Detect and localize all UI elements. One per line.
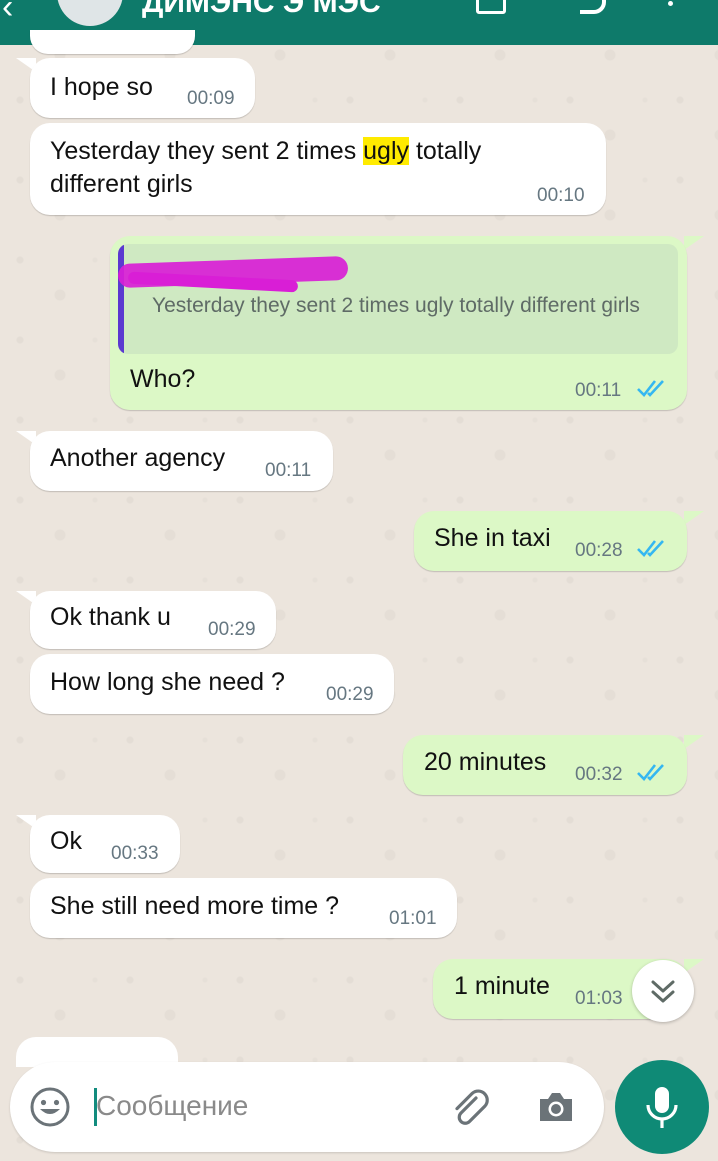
message-text: Another agency bbox=[50, 444, 226, 472]
message-text: 1 minute bbox=[454, 972, 550, 1000]
emoji-icon[interactable] bbox=[28, 1085, 72, 1129]
message-time: 00:32 bbox=[575, 764, 623, 785]
message-text: Ok bbox=[50, 827, 82, 855]
message-bubble[interactable]: Ok thank u 00:29 bbox=[30, 591, 276, 649]
partial-message-bubble bbox=[30, 30, 195, 54]
video-call-icon[interactable] bbox=[476, 0, 506, 14]
message-bubble[interactable]: She in taxi 00:28 bbox=[414, 511, 687, 571]
quoted-text: Yesterday they sent 2 times ugly totally… bbox=[152, 294, 640, 317]
contact-avatar[interactable] bbox=[57, 0, 123, 26]
voice-call-icon[interactable] bbox=[580, 0, 606, 14]
contact-name[interactable]: ДИМЭНС Э МЭС bbox=[142, 0, 381, 20]
double-check-icon bbox=[637, 540, 664, 557]
message-text: Ok thank u bbox=[50, 603, 171, 631]
double-check-icon bbox=[637, 764, 664, 781]
paperclip-icon[interactable] bbox=[446, 1084, 492, 1130]
message-time: 01:03 bbox=[575, 988, 623, 1009]
voice-record-button[interactable] bbox=[615, 1060, 709, 1154]
highlighted-word: ugly bbox=[363, 137, 410, 165]
message-time: 00:28 bbox=[575, 540, 623, 561]
message-time: 01:01 bbox=[389, 908, 437, 929]
message-bubble[interactable]: Another agency 00:11 bbox=[30, 431, 333, 491]
message-text-part: Yesterday they sent 2 times bbox=[50, 137, 364, 165]
message-text: I hope so bbox=[50, 73, 153, 101]
reply-quote[interactable]: Yesterday they sent 2 times ugly totally… bbox=[118, 244, 678, 354]
message-input[interactable]: Сообщение bbox=[96, 1090, 248, 1122]
message-time: 00:11 bbox=[265, 460, 312, 481]
message-text: She in taxi bbox=[434, 524, 551, 552]
double-check-icon bbox=[637, 380, 664, 397]
message-time: 00:29 bbox=[326, 684, 374, 705]
message-text: She still need more time ? bbox=[50, 892, 340, 920]
message-bubble[interactable]: She still need more time ? 01:01 bbox=[30, 878, 457, 938]
quote-bar bbox=[118, 244, 124, 354]
message-time: 00:09 bbox=[187, 88, 235, 109]
scroll-to-bottom-button[interactable] bbox=[632, 960, 694, 1022]
message-text-part: totally bbox=[409, 137, 482, 165]
message-text-line2: different girls bbox=[50, 170, 193, 198]
back-arrow-icon[interactable]: ‹ bbox=[2, 0, 13, 27]
message-text: Yesterday they sent 2 times ugly totally bbox=[50, 135, 481, 168]
message-bubble[interactable]: Yesterday they sent 2 times ugly totally… bbox=[30, 123, 606, 215]
message-bubble[interactable]: Ok 00:33 bbox=[30, 815, 180, 873]
message-time: 00:29 bbox=[208, 619, 256, 640]
message-text: 20 minutes bbox=[424, 748, 547, 776]
chevron-double-down-icon bbox=[651, 980, 675, 1003]
message-text: How long she need ? bbox=[50, 668, 285, 696]
message-time: 00:11 bbox=[575, 380, 622, 401]
message-bubble[interactable]: How long she need ? 00:29 bbox=[30, 654, 394, 714]
message-composer[interactable]: Сообщение bbox=[10, 1062, 604, 1152]
message-time: 00:33 bbox=[111, 843, 159, 864]
message-bubble[interactable]: I hope so 00:09 bbox=[30, 58, 255, 118]
message-bubble[interactable]: Yesterday they sent 2 times ugly totally… bbox=[110, 236, 687, 410]
message-text: Who? bbox=[130, 365, 196, 393]
camera-icon[interactable] bbox=[534, 1085, 578, 1129]
message-time: 00:10 bbox=[537, 185, 585, 206]
microphone-icon bbox=[646, 1087, 678, 1128]
message-bubble[interactable]: 20 minutes 00:32 bbox=[403, 735, 687, 795]
